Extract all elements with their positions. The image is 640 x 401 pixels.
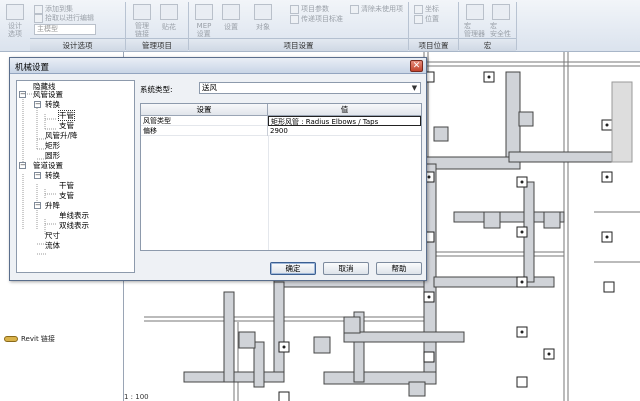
tree-item-round[interactable]: 圆形: [45, 151, 60, 161]
collapse-icon[interactable]: −: [34, 101, 41, 108]
collapse-icon[interactable]: −: [34, 172, 41, 179]
mep-settings-button[interactable]: MEP 设置: [195, 4, 213, 38]
purge-unused-button[interactable]: 清除未使用项: [350, 4, 403, 14]
table-row[interactable]: 风管类型 矩形风管 : Radius Elbows / Taps: [141, 116, 421, 126]
tree-item-duct-branch[interactable]: 支管: [59, 121, 74, 131]
macro-security-button[interactable]: 宏 安全性: [490, 4, 511, 38]
system-type-select[interactable]: 送风 ▼: [199, 82, 421, 94]
pick-icon: [34, 13, 43, 23]
macro-security-icon: [491, 4, 510, 20]
group-macros: 宏: [459, 38, 516, 51]
transfer-icon: [290, 14, 299, 24]
coordinates-icon: [414, 4, 423, 14]
tree-item-duct-conversion[interactable]: 转换: [45, 100, 60, 110]
tree-item-duct-rise-drop[interactable]: 风管升/降: [45, 131, 78, 141]
separator: [516, 2, 517, 50]
setting-name: 风管类型: [141, 116, 268, 126]
manage-links-button[interactable]: 管理 链接: [133, 4, 151, 38]
position-button[interactable]: 位置: [414, 14, 439, 24]
macro-manager-button[interactable]: 宏 管理器: [464, 4, 485, 38]
main-model-combo[interactable]: 主模型: [34, 24, 96, 35]
tree-item-pipe-main[interactable]: 干管: [59, 181, 74, 191]
duct-type-field[interactable]: 矩形风管 : Radius Elbows / Taps: [268, 116, 421, 126]
tree-item-sizes[interactable]: 尺寸: [45, 231, 60, 241]
tree-item-pipe-branch[interactable]: 支管: [59, 191, 74, 201]
collapse-icon[interactable]: −: [34, 202, 41, 209]
help-button[interactable]: 帮助: [376, 262, 422, 275]
setting-name: 偏移: [141, 126, 268, 136]
decal-icon: [160, 4, 178, 20]
parameters-icon: [290, 4, 299, 14]
table-row[interactable]: 偏移 2900: [141, 126, 421, 136]
group-project-location: 项目位置: [409, 38, 458, 51]
settings-grid: 设置 值 风管类型 矩形风管 : Radius Elbows / Taps 偏移…: [140, 103, 422, 251]
project-parameters-button[interactable]: 项目参数: [290, 4, 329, 14]
group-design-options: 设计选项: [30, 38, 125, 51]
object-styles-button[interactable]: 对象: [254, 4, 272, 32]
tree-item-pipe-settings[interactable]: 管道设置: [33, 161, 63, 171]
settings-tree: 隐藏线 − 风管设置 − 转换 干管 支管 风管升/降 矩形 圆形 − 管道设置…: [16, 80, 135, 273]
close-button[interactable]: ✕: [410, 60, 423, 72]
tree-item-double-line[interactable]: 双线表示: [59, 221, 89, 231]
purge-icon: [350, 4, 359, 14]
mep-settings-icon: [195, 4, 213, 20]
decal-types-button[interactable]: 贴花: [160, 4, 178, 32]
column-header-value: 值: [340, 105, 349, 114]
link-icon: [4, 336, 18, 342]
pick-to-edit-button[interactable]: 拾取以进行编辑: [34, 13, 94, 23]
tree-item-duct-main[interactable]: 干管: [58, 110, 75, 121]
column-header-setting: 设置: [141, 104, 268, 115]
tree-item-fluids[interactable]: 流体: [45, 241, 60, 251]
tree-item-rectangular[interactable]: 矩形: [45, 141, 60, 151]
collapse-icon[interactable]: −: [19, 91, 26, 98]
design-option-button[interactable]: 设计 选项: [6, 4, 24, 38]
tree-item-duct-settings[interactable]: 风管设置: [33, 90, 63, 100]
browser-item-revit-links[interactable]: Revit 链接: [4, 334, 55, 344]
tree-item-rise-drop[interactable]: 升降: [45, 201, 60, 211]
coordinates-button[interactable]: 坐标: [414, 4, 439, 14]
tree-item-pipe-conversion[interactable]: 转换: [45, 171, 60, 181]
transfer-standards-button[interactable]: 传递项目标准: [290, 14, 343, 24]
column-divider: [268, 136, 269, 250]
settings-button[interactable]: 设置: [222, 4, 240, 32]
design-option-icon: [6, 4, 24, 20]
macro-manager-icon: [465, 4, 484, 20]
group-project-settings: 项目设置: [189, 38, 408, 51]
cancel-button[interactable]: 取消: [323, 262, 369, 275]
system-type-label: 系统类型:: [140, 85, 173, 94]
dialog-titlebar[interactable]: 机械设置 ✕: [10, 58, 426, 74]
tree-item-single-line[interactable]: 单线表示: [59, 211, 89, 221]
offset-field[interactable]: 2900: [268, 126, 421, 136]
position-icon: [414, 14, 423, 24]
collapse-icon[interactable]: −: [19, 162, 26, 169]
system-type-value: 送风: [202, 83, 217, 92]
group-manage-project: 管理项目: [126, 38, 188, 51]
links-icon: [133, 4, 151, 20]
view-scale[interactable]: 1 : 100: [124, 393, 149, 401]
ok-button[interactable]: 确定: [270, 262, 316, 275]
mechanical-settings-dialog: 机械设置 ✕ 隐藏线 − 风管设置 − 转换 干管 支管 风管升/降 矩形 圆形…: [9, 57, 427, 281]
ribbon: 设计 选项 添加到集 拾取以进行编辑 主模型 管理 链接 贴花 MEP 设置 设…: [0, 0, 640, 52]
settings-icon: [222, 4, 240, 20]
dialog-title: 机械设置: [15, 63, 50, 73]
object-styles-icon: [254, 4, 272, 20]
grid-header: 设置 值: [141, 104, 421, 116]
chevron-down-icon: ▼: [411, 84, 418, 92]
